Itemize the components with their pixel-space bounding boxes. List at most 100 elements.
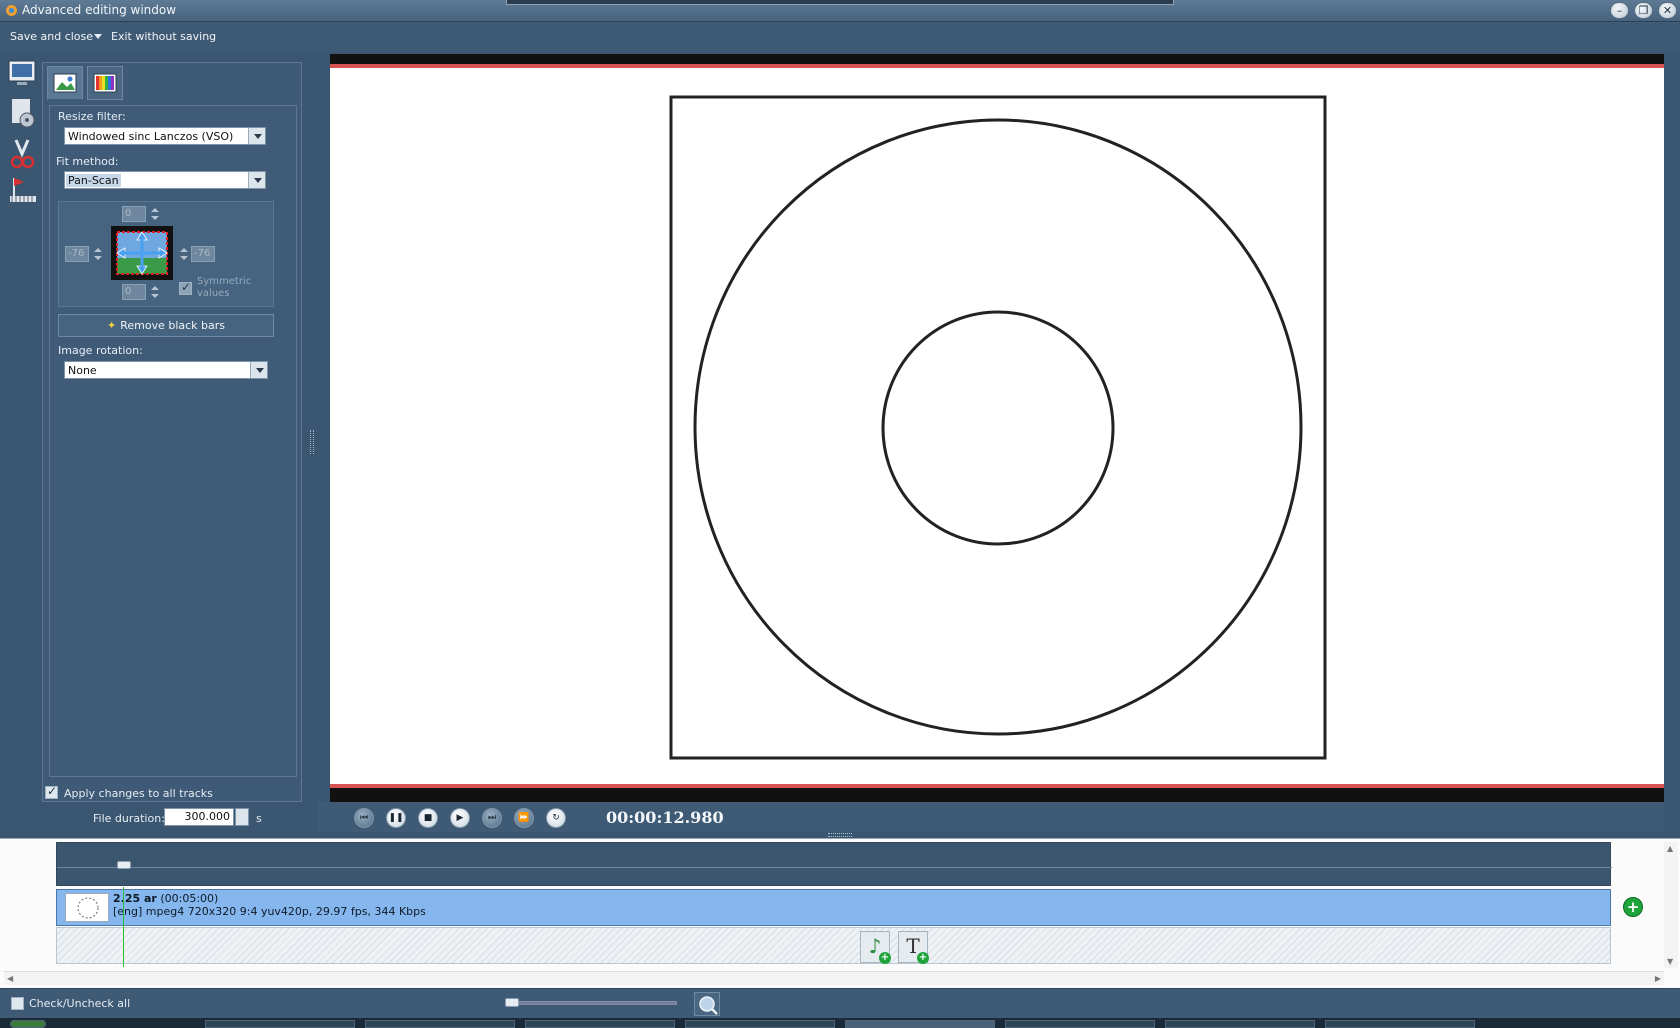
fit-method-label: Fit method:	[56, 155, 119, 168]
symmetric-values-label: Symmetric values	[197, 276, 252, 299]
maximize-button[interactable]: ❐	[1634, 2, 1653, 19]
title-bar: Advanced editing window – ❐ ✕	[0, 0, 1680, 22]
file-duration-input[interactable]: 300.000	[164, 808, 234, 826]
resize-filter-select[interactable]: Windowed sinc Lanczos (VSO)	[64, 127, 266, 145]
menu-bar: Save and close Exit without saving	[0, 22, 1680, 52]
scroll-down-icon[interactable]: ▼	[1667, 957, 1673, 966]
playhead-handle[interactable]	[117, 861, 131, 869]
crop-left-input[interactable]: -76	[65, 246, 89, 262]
monitor-icon[interactable]	[6, 56, 38, 90]
panel-splitter[interactable]	[310, 430, 314, 454]
crop-top-input[interactable]: 0	[122, 206, 146, 222]
chevron-down-icon	[250, 362, 267, 378]
check-uncheck-all-checkbox[interactable]	[11, 997, 24, 1010]
scissors-icon[interactable]	[6, 136, 38, 170]
taskbar-item[interactable]	[525, 1020, 675, 1028]
scroll-left-icon[interactable]: ◀	[7, 974, 13, 983]
magnifier-icon	[699, 996, 718, 1015]
tool-strip	[4, 56, 40, 216]
previous-frame-button[interactable]: ⏮	[354, 808, 374, 828]
timeline-ruler[interactable]	[56, 842, 1612, 886]
play-button[interactable]: ▶	[450, 808, 470, 828]
save-and-close-button[interactable]: Save and close	[10, 30, 93, 43]
status-bar: Check/Uncheck all	[0, 988, 1680, 1018]
image-rotation-label: Image rotation:	[58, 344, 143, 357]
flag-icon[interactable]	[6, 174, 38, 208]
crop-bottom-spinner[interactable]	[151, 284, 159, 300]
crop-top-spinner[interactable]	[151, 206, 159, 222]
chevron-down-icon	[248, 128, 265, 144]
crop-right-input[interactable]: -76	[191, 246, 215, 262]
image-rotation-select[interactable]: None	[64, 361, 268, 379]
add-audio-track-button[interactable]: ♪ +	[860, 931, 891, 964]
panel-tabs	[43, 63, 301, 105]
video-preview	[330, 54, 1664, 802]
taskbar-item[interactable]	[1165, 1020, 1315, 1028]
crop-left-spinner[interactable]	[94, 246, 102, 262]
taskbar-item[interactable]	[205, 1020, 355, 1028]
stop-button[interactable]: ■	[418, 808, 438, 828]
save-options-dropdown-icon[interactable]	[94, 34, 102, 39]
background-window-edge	[506, 0, 1174, 5]
loop-button[interactable]: ↻	[546, 808, 566, 828]
taskbar-item[interactable]	[1005, 1020, 1155, 1028]
video-frame-content	[669, 95, 1327, 760]
app-icon	[6, 5, 17, 16]
file-duration-spinner[interactable]	[235, 808, 249, 826]
pause-button[interactable]: ❚❚	[386, 808, 406, 828]
clip-info: [eng] mpeg4 720x320 9:4 yuv420p, 29.97 f…	[113, 905, 426, 918]
timeline-horizontal-scrollbar[interactable]: ◀ ▶	[4, 971, 1664, 985]
video-track-clip[interactable]: 2.25 ar (00:05:00) [eng] mpeg4 720x320 9…	[56, 889, 1611, 926]
scroll-right-icon[interactable]: ▶	[1655, 974, 1661, 983]
taskbar-item[interactable]	[365, 1020, 515, 1028]
apply-all-tracks-checkbox[interactable]	[45, 784, 58, 799]
fast-forward-button[interactable]: ⏩	[514, 808, 534, 828]
crop-preview-icon	[111, 226, 173, 280]
taskbar-item[interactable]	[1325, 1020, 1475, 1028]
apply-all-tracks-label: Apply changes to all tracks	[64, 787, 213, 800]
tab-color[interactable]	[87, 66, 123, 100]
crop-bottom-input[interactable]: 0	[122, 284, 146, 300]
check-uncheck-all-label: Check/Uncheck all	[29, 997, 131, 1010]
playback-controls: ⏮ ❚❚ ■ ▶ ⏭ ⏩ ↻ 00:00:12.980	[318, 802, 1664, 832]
remove-black-bars-button[interactable]: ✦ Remove black bars	[58, 314, 274, 337]
tab-image[interactable]	[47, 66, 83, 100]
timeline-vertical-scrollbar[interactable]: ▲ ▼	[1664, 842, 1678, 968]
image-icon	[53, 73, 77, 93]
timeline: 2.25 ar (00:05:00) [eng] mpeg4 720x320 9…	[0, 838, 1680, 988]
fit-method-select[interactable]: Pan-Scan	[64, 171, 266, 189]
fit-method-value: Pan-Scan	[66, 174, 121, 187]
close-button[interactable]: ✕	[1658, 2, 1677, 19]
clip-title: 2.25 ar (00:05:00)	[113, 892, 219, 905]
timeline-splitter[interactable]	[828, 833, 852, 837]
image-rotation-value: None	[68, 364, 97, 377]
clip-thumbnail	[65, 893, 109, 922]
zoom-slider-thumb[interactable]	[505, 998, 519, 1007]
next-frame-button[interactable]: ⏭	[482, 808, 502, 828]
timecode-display: 00:00:12.980	[606, 808, 724, 827]
disc-icon[interactable]	[6, 96, 38, 130]
plus-icon: +	[879, 952, 891, 964]
exit-without-saving-button[interactable]: Exit without saving	[111, 30, 216, 43]
minimize-button[interactable]: –	[1610, 2, 1629, 19]
start-button[interactable]	[10, 1020, 46, 1028]
taskbar-item[interactable]	[685, 1020, 835, 1028]
empty-track-area	[56, 927, 1611, 964]
taskbar-item-active[interactable]	[845, 1020, 995, 1028]
chevron-down-icon	[248, 172, 265, 188]
resize-filter-value: Windowed sinc Lanczos (VSO)	[68, 130, 234, 143]
zoom-slider[interactable]	[505, 1001, 677, 1005]
playhead-line	[123, 887, 124, 967]
window-title: Advanced editing window	[22, 3, 177, 17]
file-duration-unit: s	[256, 812, 262, 825]
crop-right-spinner[interactable]	[180, 246, 188, 262]
add-track-button[interactable]: +	[1623, 897, 1643, 917]
plus-icon: +	[917, 952, 929, 964]
magic-wand-icon: ✦	[106, 319, 117, 332]
symmetric-values-checkbox[interactable]	[179, 280, 192, 295]
color-bars-icon	[93, 73, 117, 93]
scroll-up-icon[interactable]: ▲	[1667, 844, 1673, 853]
add-subtitle-track-button[interactable]: T +	[898, 931, 929, 964]
zoom-button[interactable]	[694, 992, 720, 1016]
os-taskbar	[0, 1018, 1680, 1028]
